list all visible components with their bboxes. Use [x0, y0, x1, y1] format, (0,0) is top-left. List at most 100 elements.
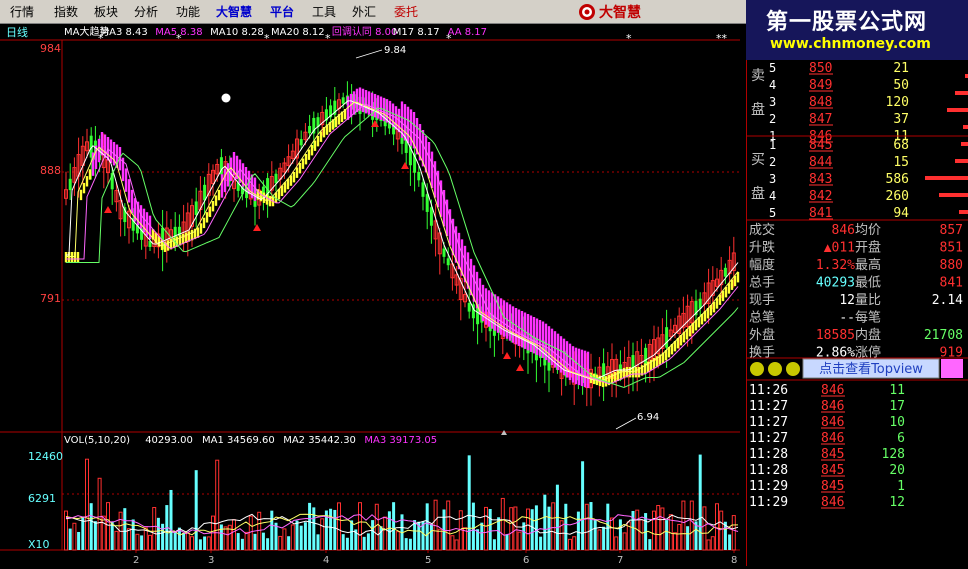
volume-bar	[312, 507, 316, 550]
logo-text: 大智慧	[599, 5, 641, 21]
volume-bar	[505, 534, 509, 550]
volume-bar	[303, 522, 307, 550]
menu-function[interactable]: 功能	[176, 3, 200, 20]
quote-label: 均价	[855, 223, 881, 238]
quote-panel: 5 850 21 4 849 50 3 848 120 2 847 37 1 846 11 卖盘 1 845 68 2…	[746, 60, 968, 566]
volume-bar	[543, 494, 547, 550]
menu-tools[interactable]: 工具	[312, 3, 336, 20]
buy-signal-marker	[503, 352, 511, 359]
volume-bar	[513, 506, 518, 551]
volume-bar	[182, 533, 186, 550]
volume-bar	[362, 536, 366, 550]
quote-label: 外盘	[749, 327, 775, 343]
volume-bar	[665, 520, 669, 550]
volume-bar	[366, 533, 370, 550]
chart-grid	[0, 39, 740, 553]
volume-tick: 12460	[28, 450, 63, 463]
bid-volume: 68	[893, 138, 909, 153]
menu-sector[interactable]: 板块	[94, 3, 118, 20]
menu-analysis[interactable]: 分析	[134, 3, 158, 20]
volume-bar	[261, 532, 265, 550]
volume-indicator-label: MA3 39173.05	[364, 435, 437, 446]
star-marker: *	[98, 32, 104, 45]
volume-bar	[320, 518, 325, 551]
menu-forex[interactable]: 外汇	[352, 3, 376, 20]
watermark-banner: 第一股票公式网 www.chnmoney.com	[746, 0, 968, 60]
volume-bar	[488, 509, 492, 550]
kline-chart-area[interactable]: 984 888 791 12460 6291 X10 日线 MA大趋势 MA3 8.43 MA5…	[0, 24, 746, 566]
volume-bar	[266, 538, 270, 550]
volume-bar	[194, 470, 198, 550]
depth-bar	[947, 108, 968, 112]
chart-canvas[interactable]: 984888791124606291X10 日线 MA大趋势MA3 8.43 MA5…	[0, 24, 746, 566]
buy-signal-marker	[253, 224, 261, 231]
menu-trade[interactable]: 委托	[394, 3, 418, 20]
volume-bar	[715, 503, 719, 551]
volume-bar	[589, 502, 593, 550]
volume-bar	[185, 532, 190, 551]
topview-side-block	[941, 359, 963, 378]
bid-level: 4	[769, 189, 776, 203]
indicator-label: M17 8.17	[393, 27, 440, 38]
depth-bar	[955, 159, 968, 163]
volume-bar	[454, 539, 459, 551]
tick-time: 11:28	[749, 447, 788, 462]
menu-platform[interactable]: 平台	[270, 3, 294, 20]
volume-bar	[698, 454, 702, 550]
bid-volume: 260	[886, 189, 909, 204]
quote-label: 幅度	[749, 257, 775, 273]
volume-bar	[152, 507, 157, 551]
topview-dot-icon	[786, 362, 800, 376]
volume-bar	[408, 538, 412, 550]
volume-bar	[584, 503, 589, 551]
volume-bar	[622, 532, 627, 551]
volume-bar	[278, 535, 283, 551]
low-pointer	[615, 417, 637, 430]
volume-bar	[135, 533, 140, 551]
volume-bar	[497, 517, 501, 550]
volume-indicator-label: 40293.00	[145, 435, 193, 446]
bid-level: 2	[769, 155, 776, 169]
low-label: 6.94	[637, 412, 659, 423]
depth-bar	[961, 142, 968, 146]
candle-body	[429, 207, 433, 226]
volume-bar	[127, 528, 131, 551]
volume-bar	[374, 503, 379, 551]
x-axis-label: 7	[617, 555, 623, 566]
volume-bar	[329, 508, 333, 550]
tick-volume: 6	[897, 431, 905, 446]
banner-url: www.chnmoney.com	[770, 36, 931, 52]
topview-dot-icon	[750, 362, 764, 376]
volume-bar	[593, 519, 597, 550]
quote-label: 升跌	[749, 240, 775, 256]
volume-bar	[597, 529, 602, 551]
topview-label[interactable]: 点击查看Topview	[819, 361, 923, 377]
price-axis: 984 888 791 12460 6291 X10	[28, 42, 63, 551]
buy-label-2: 盘	[751, 185, 765, 202]
bid-level: 5	[769, 206, 776, 220]
volume-indicator-label: MA1 34569.60	[202, 435, 275, 446]
volume-bar	[702, 506, 707, 551]
menu-index[interactable]: 指数	[54, 3, 78, 20]
quote-value: ▲011	[824, 241, 855, 256]
menu-dzh[interactable]: 大智慧	[216, 3, 252, 20]
volume-bar	[101, 515, 106, 551]
menu-market[interactable]: 行情	[10, 3, 34, 20]
volume-bar	[203, 536, 207, 550]
volume-bar	[232, 519, 236, 551]
period-label: 日线	[6, 25, 28, 39]
x-axis-label: 5	[425, 555, 431, 566]
volume-bar	[161, 523, 165, 550]
volume-bar	[526, 508, 530, 551]
candle-body	[723, 267, 727, 277]
volume-bar	[517, 531, 522, 551]
candle-body	[665, 327, 669, 348]
tick-volume: 20	[889, 463, 905, 478]
star-marker: *	[264, 32, 270, 45]
volume-bar	[539, 536, 543, 550]
volume-bar	[140, 535, 144, 550]
volume-bar	[530, 509, 534, 550]
indicator-label: MA10 8.28	[210, 27, 264, 38]
quote-value: 880	[940, 258, 963, 273]
volume-bar	[446, 500, 451, 551]
